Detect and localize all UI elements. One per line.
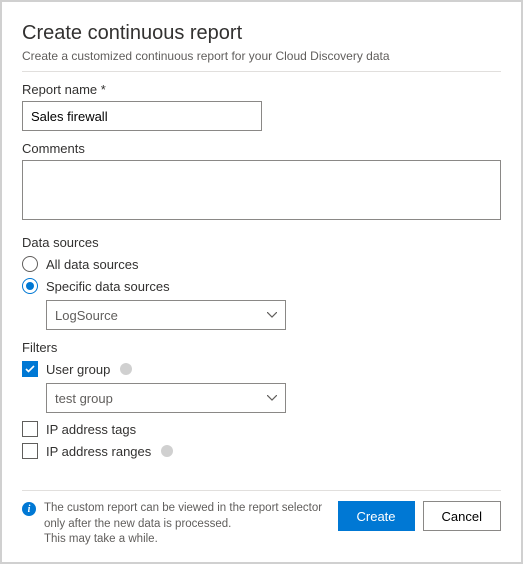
required-marker: *: [101, 82, 106, 97]
info-icon: [120, 363, 132, 375]
data-source-dropdown-value: LogSource: [55, 308, 118, 323]
ip-tags-label: IP address tags: [46, 422, 136, 437]
checkbox-ip-ranges[interactable]: IP address ranges: [22, 443, 501, 459]
data-sources-heading: Data sources: [22, 235, 501, 250]
data-sources-section: Data sources All data sources Specific d…: [22, 235, 501, 330]
comments-input[interactable]: [22, 160, 501, 220]
cancel-button[interactable]: Cancel: [423, 501, 501, 531]
radio-icon-selected: [22, 278, 38, 294]
ip-ranges-label: IP address ranges: [46, 444, 151, 459]
report-name-label: Report name *: [22, 82, 501, 97]
chevron-down-icon: [267, 312, 277, 318]
checkbox-icon: [22, 421, 38, 437]
radio-specific-label: Specific data sources: [46, 279, 170, 294]
form-area: Report name * Comments Data sources All …: [22, 82, 501, 490]
page-title: Create continuous report: [22, 22, 501, 45]
footer-info-line2: This may take a while.: [44, 533, 158, 545]
info-icon: [161, 445, 173, 457]
filters-section: Filters User group test group: [22, 340, 501, 459]
checkbox-user-group[interactable]: User group: [22, 361, 501, 377]
report-name-input[interactable]: [22, 101, 262, 131]
filters-heading: Filters: [22, 340, 501, 355]
report-name-field: Report name *: [22, 82, 501, 131]
checkbox-icon-checked: [22, 361, 38, 377]
radio-all-data-sources[interactable]: All data sources: [22, 256, 501, 272]
footer-info-text: The custom report can be viewed in the r…: [44, 501, 330, 548]
dialog-footer: i The custom report can be viewed in the…: [22, 490, 501, 548]
user-group-label: User group: [46, 362, 110, 377]
user-group-dropdown[interactable]: test group: [46, 383, 286, 413]
create-continuous-report-panel: Create continuous report Create a custom…: [0, 0, 523, 564]
checkbox-icon: [22, 443, 38, 459]
report-name-label-text: Report name: [22, 82, 97, 97]
checkbox-ip-tags[interactable]: IP address tags: [22, 421, 501, 437]
data-source-dropdown[interactable]: LogSource: [46, 300, 286, 330]
footer-actions: Create Cancel: [338, 501, 502, 531]
user-group-dropdown-value: test group: [55, 391, 113, 406]
create-button[interactable]: Create: [338, 501, 415, 531]
header-divider: [22, 71, 501, 72]
footer-info-line1: The custom report can be viewed in the r…: [44, 502, 322, 530]
radio-specific-data-sources[interactable]: Specific data sources: [22, 278, 501, 294]
radio-all-label: All data sources: [46, 257, 139, 272]
page-subtitle: Create a customized continuous report fo…: [22, 49, 501, 63]
comments-field: Comments: [22, 141, 501, 225]
comments-label: Comments: [22, 141, 501, 156]
info-icon: i: [22, 502, 36, 516]
radio-icon: [22, 256, 38, 272]
chevron-down-icon: [267, 395, 277, 401]
